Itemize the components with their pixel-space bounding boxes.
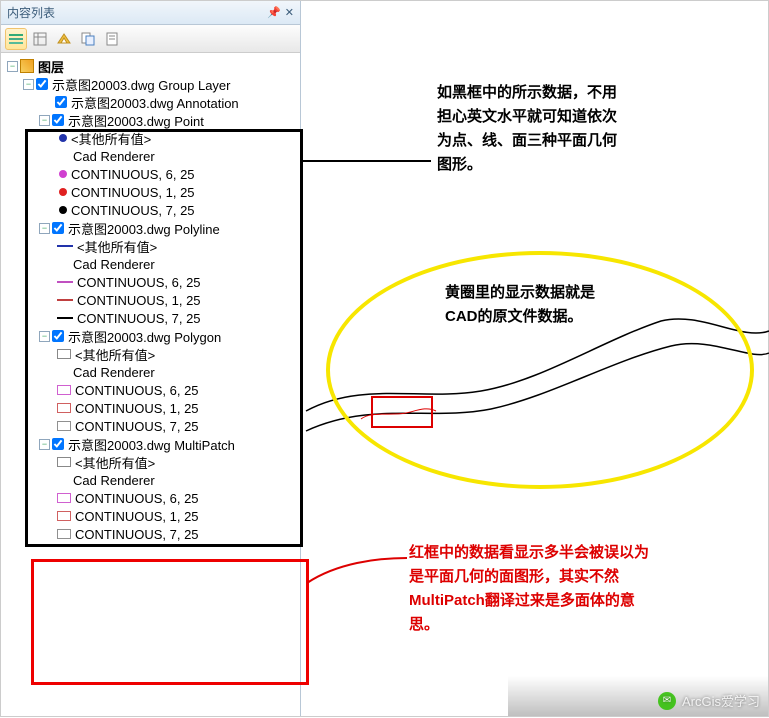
- symbol-row[interactable]: CONTINUOUS, 1, 25: [55, 399, 296, 417]
- list-by-selection-button[interactable]: [77, 28, 99, 50]
- close-icon[interactable]: ✕: [285, 6, 294, 19]
- pin-icon[interactable]: 📌: [267, 6, 281, 19]
- point-symbol-icon: [59, 134, 67, 142]
- collapse-icon[interactable]: −: [23, 79, 34, 90]
- black-leader-line: [301, 156, 431, 166]
- polyline-layer-label: 示意图20003.dwg Polyline: [66, 219, 220, 238]
- symbol-row[interactable]: CONTINUOUS, 1, 25: [55, 183, 296, 201]
- renderer-row: Cad Renderer: [55, 147, 296, 165]
- symbol-row[interactable]: <其他所有值>: [55, 453, 296, 471]
- toc-header: 内容列表 📌 ✕: [1, 1, 300, 25]
- watermark-label: ArcGis爱学习: [682, 691, 760, 710]
- polygon-symbol-icon: [57, 421, 71, 431]
- symbol-row[interactable]: CONTINUOUS, 7, 25: [55, 525, 296, 543]
- root-label: 图层: [36, 57, 64, 76]
- collapse-icon[interactable]: −: [39, 331, 50, 342]
- layer-checkbox[interactable]: [52, 114, 64, 126]
- symbol-row[interactable]: CONTINUOUS, 1, 25: [55, 291, 296, 309]
- layer-checkbox[interactable]: [52, 222, 64, 234]
- renderer-row: Cad Renderer: [55, 363, 296, 381]
- red-annotation-text: 红框中的数据看显示多半会被误以为是平面几何的面图形，其实不然MultiPatch…: [409, 541, 649, 637]
- point-symbol-icon: [59, 206, 67, 214]
- yellow-annotation-text: 黄圈里的显示数据就是CAD的原文件数据。: [445, 281, 625, 329]
- collapse-icon[interactable]: −: [7, 61, 18, 72]
- symbol-row[interactable]: CONTINUOUS, 7, 25: [55, 417, 296, 435]
- wechat-icon: ✉: [658, 692, 676, 710]
- toc-title: 内容列表: [7, 4, 267, 21]
- line-symbol-icon: [57, 245, 73, 247]
- polygon-symbol-icon: [57, 529, 71, 539]
- collapse-icon[interactable]: −: [39, 223, 50, 234]
- point-symbol-icon: [59, 188, 67, 196]
- line-symbol-icon: [57, 299, 73, 301]
- toc-panel: 内容列表 📌 ✕: [1, 1, 301, 716]
- annotation-layer[interactable]: 示意图20003.dwg Annotation: [39, 93, 296, 111]
- symbol-row[interactable]: CONTINUOUS, 6, 25: [55, 381, 296, 399]
- symbol-row[interactable]: <其他所有值>: [55, 237, 296, 255]
- polygon-layer[interactable]: − 示意图20003.dwg Polygon: [39, 327, 296, 345]
- point-symbol-icon: [59, 170, 67, 178]
- polygon-symbol-icon: [57, 511, 71, 521]
- list-by-drawing-button[interactable]: [5, 28, 27, 50]
- list-by-visibility-button[interactable]: [53, 28, 75, 50]
- layers-icon: [20, 59, 34, 73]
- renderer-row: Cad Renderer: [55, 255, 296, 273]
- collapse-icon[interactable]: −: [39, 439, 50, 450]
- polyline-layer[interactable]: − 示意图20003.dwg Polyline: [39, 219, 296, 237]
- toc-tree: − 图层 − 示意图20003.dwg Group Layer: [1, 53, 300, 547]
- symbol-row[interactable]: <其他所有值>: [55, 129, 296, 147]
- polygon-symbol-icon: [57, 403, 71, 413]
- list-by-source-button[interactable]: [29, 28, 51, 50]
- polygon-symbol-icon: [57, 493, 71, 503]
- black-annotation-text: 如黑框中的所示数据，不用担心英文水平就可知道依次为点、线、面三种平面几何图形。: [437, 81, 627, 177]
- symbol-row[interactable]: CONTINUOUS, 1, 25: [55, 507, 296, 525]
- toc-toolbar: [1, 25, 300, 53]
- renderer-row: Cad Renderer: [55, 471, 296, 489]
- point-layer[interactable]: − 示意图20003.dwg Point: [39, 111, 296, 129]
- multipatch-layer[interactable]: − 示意图20003.dwg MultiPatch: [39, 435, 296, 453]
- collapse-icon[interactable]: −: [39, 115, 50, 126]
- layer-checkbox[interactable]: [52, 330, 64, 342]
- group-layer[interactable]: − 示意图20003.dwg Group Layer: [23, 75, 296, 93]
- line-symbol-icon: [57, 317, 73, 319]
- polygon-symbol-icon: [57, 385, 71, 395]
- symbol-row[interactable]: CONTINUOUS, 7, 25: [55, 201, 296, 219]
- root-layers[interactable]: − 图层: [7, 57, 296, 75]
- red-leader-line: [307, 553, 407, 593]
- watermark: ✉ ArcGis爱学习: [658, 691, 760, 710]
- multipatch-layer-label: 示意图20003.dwg MultiPatch: [66, 435, 235, 454]
- line-symbol-icon: [57, 281, 73, 283]
- polygon-layer-label: 示意图20003.dwg Polygon: [66, 327, 221, 346]
- symbol-row[interactable]: CONTINUOUS, 6, 25: [55, 273, 296, 291]
- annotation-layer-label: 示意图20003.dwg Annotation: [69, 93, 239, 112]
- symbol-row[interactable]: CONTINUOUS, 6, 25: [55, 489, 296, 507]
- options-button[interactable]: [101, 28, 123, 50]
- layer-checkbox[interactable]: [36, 78, 48, 90]
- polygon-symbol-icon: [57, 349, 71, 359]
- layer-checkbox[interactable]: [52, 438, 64, 450]
- group-layer-label: 示意图20003.dwg Group Layer: [50, 75, 230, 94]
- layer-checkbox[interactable]: [55, 96, 67, 108]
- symbol-row[interactable]: <其他所有值>: [55, 345, 296, 363]
- polygon-symbol-icon: [57, 457, 71, 467]
- symbol-row[interactable]: CONTINUOUS, 7, 25: [55, 309, 296, 327]
- point-layer-label: 示意图20003.dwg Point: [66, 111, 204, 130]
- symbol-row[interactable]: CONTINUOUS, 6, 25: [55, 165, 296, 183]
